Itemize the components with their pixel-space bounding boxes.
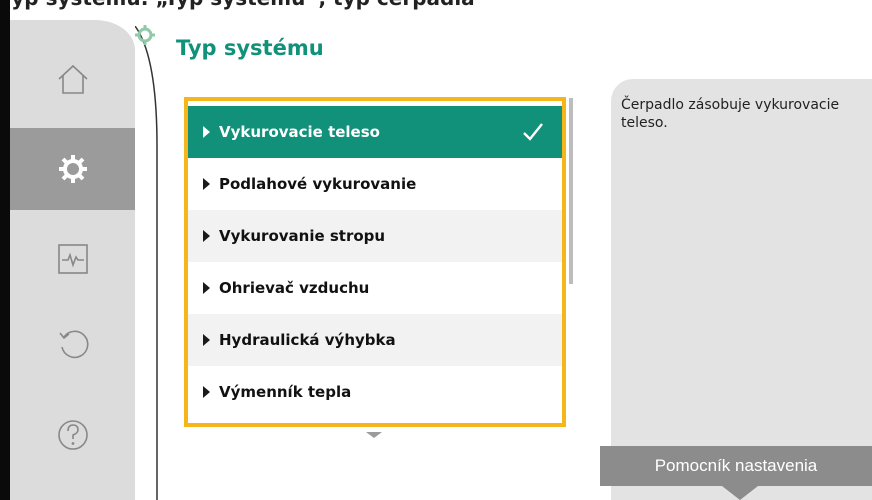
page-title: Typ systému [176, 36, 324, 60]
list-scrollbar[interactable] [569, 98, 573, 284]
list-item-vykurovanie-stropu[interactable]: Vykurovanie stropu [188, 210, 562, 262]
caret-right-icon [203, 178, 210, 190]
nav-help-button[interactable] [10, 394, 135, 476]
list-item-vykurovacie-teleso[interactable]: Vykurovacie teleso [188, 106, 562, 158]
caret-right-icon [203, 334, 210, 346]
heartbeat-monitor-icon [57, 244, 88, 274]
checkmark-icon [523, 123, 543, 141]
undo-icon [58, 330, 89, 359]
nav-settings-button[interactable] [10, 128, 135, 210]
nav-diagnostics-button[interactable] [10, 218, 135, 300]
list-item-label: Podlahové vykurovanie [219, 175, 417, 193]
list-item-label: Vykurovanie stropu [219, 227, 386, 245]
list-item-label: Výmenník tepla [219, 383, 352, 401]
system-type-list: Vykurovacie teleso Podlahové vykurovanie… [184, 97, 566, 427]
list-item-hydraulicka-vyhybka[interactable]: Hydraulická výhybka [188, 314, 562, 366]
page-caption-text: Typ systému: „Typ systému“, typ čerpadla [0, 0, 475, 10]
home-icon [57, 64, 88, 94]
nav-restore-button[interactable] [10, 302, 135, 384]
question-icon [57, 420, 88, 450]
list-item-podlahove-vykurovanie[interactable]: Podlahové vykurovanie [188, 158, 562, 210]
caret-right-icon [203, 126, 210, 138]
list-item-ohrievac-vzduchu[interactable]: Ohrievač vzduchu [188, 262, 562, 314]
help-text: Čerpadlo zásobuje vykurovacie teleso. [621, 97, 840, 131]
list-item-label: Vykurovacie teleso [219, 123, 380, 141]
rail-edge-curve [135, 26, 158, 500]
caret-right-icon [203, 282, 210, 294]
assistant-pointer-icon [722, 486, 758, 500]
list-item-label: Hydraulická výhybka [219, 331, 396, 349]
caret-right-icon [203, 386, 210, 398]
setup-assistant-button[interactable]: Pomocník nastavenia [600, 446, 872, 486]
gear-icon [58, 155, 87, 183]
nav-home-button[interactable] [10, 38, 135, 120]
caret-right-icon [203, 230, 210, 242]
list-item-vymennik-tepla[interactable]: Výmenník tepla [188, 366, 562, 418]
help-panel [611, 79, 872, 500]
device-frame [0, 0, 10, 500]
setup-assistant-label: Pomocník nastavenia [654, 456, 818, 475]
page-caption: Typ systému: „Typ systému“, typ čerpadla [0, 0, 560, 22]
list-item-label: Ohrievač vzduchu [219, 279, 370, 297]
settings-corner-gear-icon [135, 25, 155, 45]
scroll-down-arrow-icon[interactable] [366, 432, 382, 438]
